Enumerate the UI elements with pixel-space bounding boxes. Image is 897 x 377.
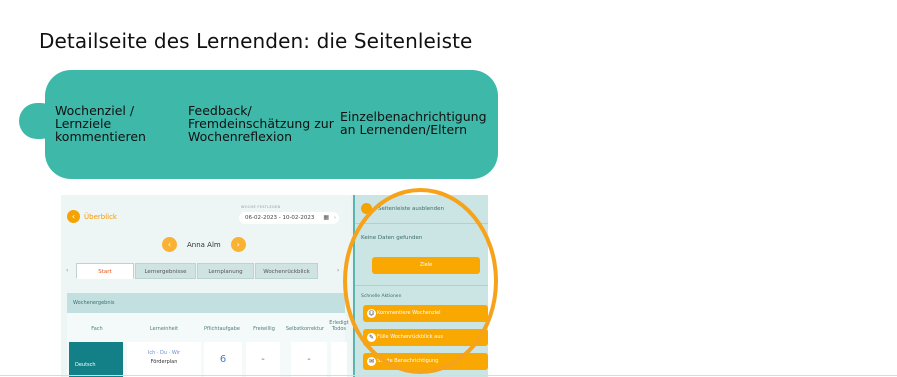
- tabs-right-arrow-icon[interactable]: ›: [337, 263, 339, 279]
- freiwillig-cell: -: [246, 342, 280, 377]
- send-notification-button[interactable]: ✉ Sende Benachrichtigung: [363, 353, 488, 370]
- calendar-icon: ▦: [323, 214, 329, 221]
- detail-tabs: ‹ Start Lernergebnisse Lernplanung Woche…: [61, 261, 351, 279]
- callout-comment-goal: Wochenziel / Lernziele kommentieren: [55, 103, 146, 144]
- col-fach: Fach: [91, 326, 103, 332]
- learner-detail-main: ‹ Überblick WOCHE FESTLEGEN 06-02-2023 -…: [61, 195, 351, 377]
- callout-notification: Einzelbenachrichtigung an Lernenden/Elte…: [340, 109, 487, 137]
- pflicht-cell: 6: [204, 342, 242, 377]
- week-section-title: Wochenergebnis: [67, 293, 345, 313]
- comment-icon: ☺: [367, 309, 376, 318]
- divider: [355, 285, 488, 286]
- goals-button[interactable]: Ziele: [372, 257, 480, 274]
- tab-start[interactable]: Start: [76, 263, 134, 279]
- quick-actions-label: Schnelle Aktionen: [361, 294, 402, 299]
- comment-week-goal-label: Kommentiere Wochenziel: [377, 310, 441, 316]
- bottom-divider: [0, 375, 897, 376]
- selbstkorrektur-cell: -: [291, 342, 327, 377]
- col-todos: Todos: [331, 326, 347, 332]
- unit-title: Ich · Du · Wir: [147, 350, 181, 356]
- col-selbstkorrektur: Selbstkorrektur: [285, 326, 325, 332]
- learner-switcher: ‹ Anna Alm ›: [162, 237, 246, 252]
- app-screenshot: ‹ Überblick WOCHE FESTLEGEN 06-02-2023 -…: [61, 195, 488, 377]
- chevron-left-icon: ‹: [67, 210, 80, 223]
- previous-learner-icon[interactable]: ‹: [162, 237, 177, 252]
- date-range-value: 06-02-2023 - 10-02-2023: [245, 215, 315, 221]
- slide: Detailseite des Lernenden: die Seitenlei…: [0, 0, 897, 377]
- next-learner-icon[interactable]: ›: [230, 237, 246, 252]
- sidebar-toggle-icon: [361, 203, 372, 214]
- hide-sidebar-button[interactable]: Seitenleiste ausblenden: [361, 203, 444, 214]
- send-notification-label: Sende Benachrichtigung: [377, 358, 439, 364]
- learner-name: Anna Alm: [187, 240, 221, 249]
- todos-cell: [331, 342, 347, 377]
- callout-feedback: Feedback/ Fremdeinschätzung zur Wochenre…: [188, 103, 334, 144]
- send-icon: ✉: [367, 357, 376, 366]
- hide-sidebar-label: Seitenleiste ausblenden: [378, 205, 444, 212]
- tab-wochenrueckblick[interactable]: Wochenrückblick: [255, 263, 318, 279]
- col-pflicht: Pflichtaufgabe: [204, 326, 240, 332]
- col-freiwillig: Freiwillig: [253, 326, 275, 332]
- unit-plan: Förderplan: [150, 359, 178, 365]
- subject-cell[interactable]: Deutsch: [69, 342, 123, 377]
- divider: [355, 223, 488, 224]
- week-result-card: Wochenergebnis Fach Lerneinheit Pflichta…: [67, 293, 349, 377]
- tabs-left-arrow-icon[interactable]: ‹: [66, 263, 68, 279]
- tab-lernplanung[interactable]: Lernplanung: [197, 263, 254, 279]
- learner-sidebar: Seitenleiste ausblenden Keine Daten gefu…: [353, 195, 488, 377]
- back-to-overview-button[interactable]: ‹ Überblick: [67, 210, 117, 223]
- edit-icon: ✎: [367, 333, 376, 342]
- unit-cell[interactable]: Ich · Du · Wir Förderplan: [127, 342, 201, 377]
- chevron-right-icon: ›: [334, 215, 336, 221]
- fill-week-review-label: Fülle Wochenrückblick aus: [377, 334, 443, 340]
- fill-week-review-button[interactable]: ✎ Fülle Wochenrückblick aus: [363, 329, 488, 346]
- week-caption: WOCHE FESTLEGEN: [241, 205, 281, 209]
- slide-title: Detailseite des Lernenden: die Seitenlei…: [39, 29, 473, 53]
- back-label: Überblick: [84, 212, 117, 221]
- tab-lernergebnisse[interactable]: Lernergebnisse: [135, 263, 196, 279]
- comment-week-goal-button[interactable]: ☺ Kommentiere Wochenziel: [363, 305, 488, 322]
- date-range-picker[interactable]: 06-02-2023 - 10-02-2023 ▦ ›: [239, 212, 339, 224]
- col-lerneinheit: Lerneinheit: [149, 326, 179, 332]
- no-data-text: Keine Daten gefunden: [361, 235, 423, 241]
